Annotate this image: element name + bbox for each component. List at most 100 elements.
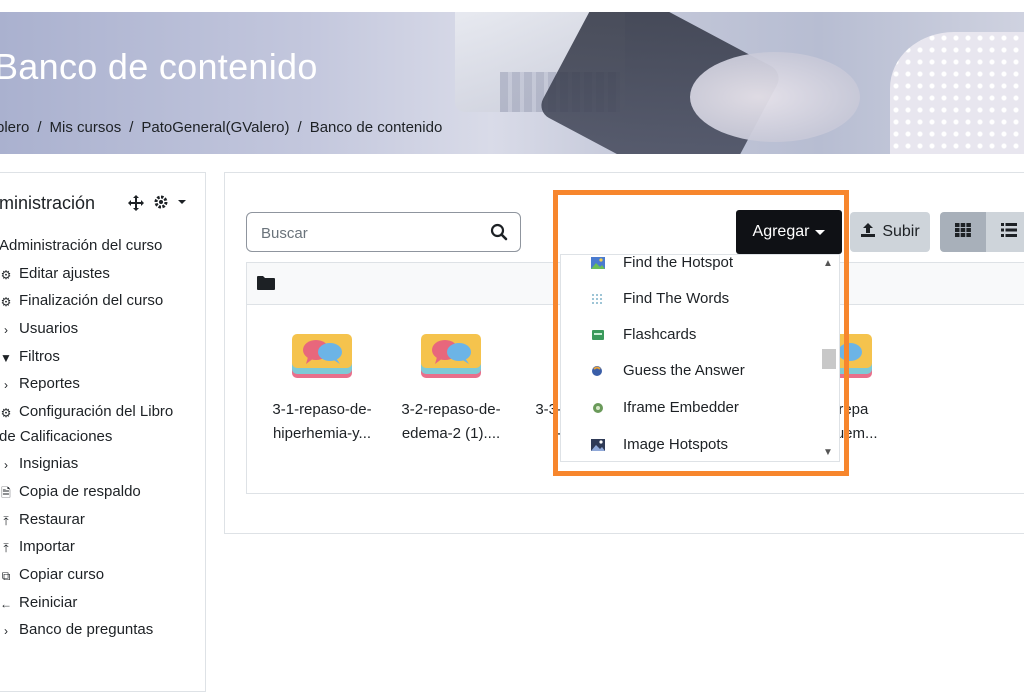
move-icon[interactable] xyxy=(127,194,145,216)
sidebar-item-label: Importar xyxy=(19,538,75,556)
sidebar-item-label: Administración del curso xyxy=(0,237,163,254)
sidebar-item-copy-course[interactable]: ⧉ Copiar curso xyxy=(0,566,207,594)
dropdown-item-label: Find the Hotspot xyxy=(623,253,734,271)
sidebar-item-badges[interactable]: › Insignias xyxy=(0,455,207,483)
embed-icon xyxy=(591,401,605,413)
upload-button-label: Subir xyxy=(882,223,920,240)
banner-hand-graphic xyxy=(690,52,860,142)
sidebar-item-label: Insignias xyxy=(19,455,79,473)
sidebar-item-label: Copia de respaldo xyxy=(19,482,141,500)
gear-icon: ⚙ xyxy=(0,295,12,310)
sidebar-item-users[interactable]: › Usuarios xyxy=(0,320,207,348)
breadcrumb-item-current: Banco de contenido xyxy=(309,119,443,136)
h5p-content-icon xyxy=(419,330,483,380)
sidebar-item-question-bank[interactable]: › Banco de preguntas xyxy=(0,621,207,649)
sidebar-item-edit-settings[interactable]: ⚙ Editar ajustes xyxy=(0,265,207,293)
dropdown-item-image-hotspots[interactable]: Image Hotspots xyxy=(561,426,823,462)
add-content-dropdown: Find the Hotspot Find The Words Flashcar… xyxy=(560,254,840,462)
caret-down-icon xyxy=(815,223,826,241)
breadcrumb-separator: / xyxy=(129,119,134,136)
add-button-label: Agregar xyxy=(752,223,810,240)
sidebar-item-label: Finalización del curso xyxy=(19,292,164,310)
arrow-left-icon: ← xyxy=(0,596,12,611)
breadcrumb-item-home[interactable]: plero xyxy=(0,119,29,136)
administration-menu: Administración del curso ⚙ Editar ajuste… xyxy=(0,237,207,649)
filter-icon: ▼ xyxy=(0,350,12,365)
upload-button[interactable]: Subir xyxy=(850,212,930,252)
chevron-down-icon[interactable] xyxy=(177,194,187,216)
image-icon xyxy=(591,438,605,451)
page-title: Banco de contenido xyxy=(0,46,318,87)
chevron-right-icon: › xyxy=(4,323,8,338)
sidebar-item-label-line1: Configuración del Libro xyxy=(19,403,174,421)
sidebar-item-backup[interactable]: 🗎 Copia de respaldo xyxy=(0,483,207,511)
sidebar-item-course-completion[interactable]: ⚙ Finalización del curso xyxy=(0,292,207,320)
sidebar-item-label: Restaurar xyxy=(19,510,85,528)
sidebar-item-label: Usuarios xyxy=(19,320,79,338)
sidebar-item-filters[interactable]: ▼ Filtros xyxy=(0,348,207,376)
gear-icon[interactable] xyxy=(153,194,169,216)
dropdown-item-label: Guess the Answer xyxy=(623,361,745,379)
card-icon xyxy=(591,328,605,340)
file-name-line1: 3-1-repaso-de- xyxy=(272,401,372,418)
sidebar-item-label: Configuración del Libro de Calificacione… xyxy=(0,403,174,446)
dropdown-scrollbar[interactable]: ▲ ▼ xyxy=(822,256,836,460)
dropdown-item-guess-the-answer[interactable]: Guess the Answer xyxy=(561,352,823,388)
administration-block-title: ministración xyxy=(0,193,96,213)
upload-icon xyxy=(860,222,876,243)
list-icon xyxy=(1001,222,1017,242)
search-icon[interactable] xyxy=(490,223,508,246)
guess-icon xyxy=(591,364,605,376)
dropdown-item-find-the-words[interactable]: Find The Words xyxy=(561,280,823,316)
breadcrumb-item-course[interactable]: PatoGeneral(GValero) xyxy=(141,119,289,136)
scroll-down-icon[interactable]: ▼ xyxy=(823,447,833,458)
chevron-right-icon: › xyxy=(4,458,8,473)
sidebar-item-label: Reiniciar xyxy=(19,593,78,611)
h5p-content-icon xyxy=(290,330,354,380)
scrollbar-thumb[interactable] xyxy=(822,349,836,369)
image-icon xyxy=(591,256,605,269)
sidebar-item-restore[interactable]: ⤒ Restaurar xyxy=(0,511,207,539)
dropdown-item-iframe-embedder[interactable]: Iframe Embedder xyxy=(561,389,823,425)
add-button[interactable]: Agregar xyxy=(736,210,842,254)
folder-icon xyxy=(257,276,275,295)
dropdown-item-label: Iframe Embedder xyxy=(623,398,739,416)
page-header-banner: Banco de contenido plero / Mis cursos / … xyxy=(0,12,1024,154)
breadcrumb-item-courses[interactable]: Mis cursos xyxy=(50,119,122,136)
sidebar-item-label: Banco de preguntas xyxy=(19,621,154,639)
scroll-up-icon[interactable]: ▲ xyxy=(823,258,833,269)
sidebar-item-course-admin[interactable]: Administración del curso xyxy=(0,237,207,265)
gear-icon: ⚙ xyxy=(0,406,12,421)
banner-sleeve-graphic xyxy=(890,32,1024,154)
copy-icon: ⧉ xyxy=(1,568,11,583)
file-name-line1: 3-3- xyxy=(535,401,562,418)
grid-view-button[interactable] xyxy=(940,212,986,252)
file-item[interactable]: 3-3- - xyxy=(482,330,562,446)
chevron-right-icon: › xyxy=(4,624,8,639)
grid-icon xyxy=(955,222,971,242)
block-actions xyxy=(127,194,187,216)
grid-dots-icon xyxy=(591,292,605,304)
search-placeholder: Buscar xyxy=(261,225,308,242)
file-name-line2: - xyxy=(482,422,562,446)
breadcrumb: plero / Mis cursos / PatoGeneral(GValero… xyxy=(0,119,442,136)
list-view-button[interactable] xyxy=(986,212,1024,252)
breadcrumb-separator: / xyxy=(37,119,42,136)
sidebar-item-reset[interactable]: ← Reiniciar xyxy=(0,594,207,622)
file-item[interactable]: 3-1-repaso-de- hiperhemia-y... xyxy=(262,330,382,446)
dropdown-item-label: Find The Words xyxy=(623,289,730,307)
top-strip xyxy=(0,0,1024,12)
sidebar-item-label-line2: de Calificaciones xyxy=(0,428,113,446)
dropdown-item-label: Image Hotspots xyxy=(623,435,729,453)
search-input[interactable]: Buscar xyxy=(246,212,521,252)
sidebar-item-reports[interactable]: › Reportes xyxy=(0,375,207,403)
sidebar-item-label: Reportes xyxy=(19,375,80,393)
sidebar-item-import[interactable]: ⤒ Importar xyxy=(0,538,207,566)
sidebar-item-gradebook-setup[interactable]: ⚙ Configuración del Libro de Calificacio… xyxy=(0,403,207,455)
dropdown-item-label: Flashcards xyxy=(623,325,697,343)
upload-icon: ⤒ xyxy=(3,513,9,528)
file-icon: 🗎 xyxy=(1,485,11,500)
gear-icon: ⚙ xyxy=(0,267,12,282)
breadcrumb-separator: / xyxy=(297,119,302,136)
dropdown-item-flashcards[interactable]: Flashcards xyxy=(561,316,823,352)
